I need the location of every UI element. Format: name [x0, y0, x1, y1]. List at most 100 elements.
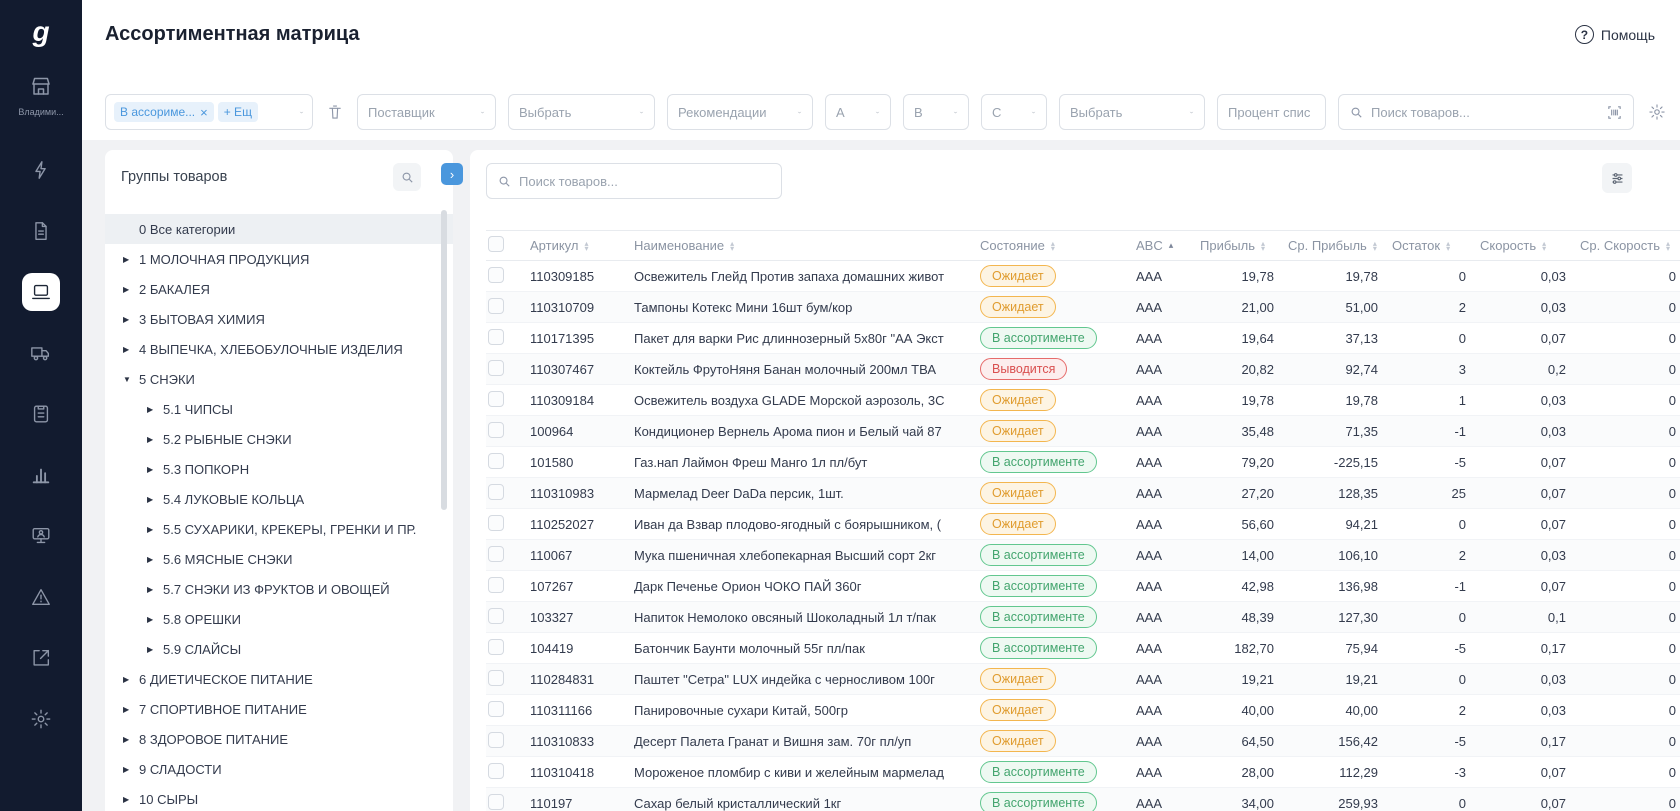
tree-search-button[interactable]: [393, 163, 421, 191]
column-header[interactable]: Состояние ▴ ▾: [980, 238, 1136, 253]
sidebar-item-delivery[interactable]: [22, 334, 60, 372]
sort-icon[interactable]: ▴ ▾: [730, 239, 734, 252]
sidebar-item-flash[interactable]: [22, 151, 60, 189]
table-row[interactable]: 110171395 Пакет для варки Рис длиннозерн…: [486, 323, 1680, 354]
tree-expand-icon[interactable]: ▶: [123, 675, 137, 684]
recommendations-dropdown[interactable]: Рекомендации: [667, 94, 813, 130]
filter-chip[interactable]: + Ещ: [217, 102, 258, 122]
select-all-checkbox[interactable]: [488, 236, 504, 252]
tree-expand-icon[interactable]: ▶: [147, 615, 161, 624]
tree-item[interactable]: ▶ 5.1 ЧИПСЫ: [105, 394, 453, 424]
column-header[interactable]: Ср. Скорость ▴ ▾: [1580, 238, 1680, 253]
tree-item[interactable]: ▶ 9 СЛАДОСТИ: [105, 754, 453, 784]
row-checkbox[interactable]: [488, 514, 504, 531]
chip-close-icon[interactable]: ×: [200, 106, 208, 119]
table-row[interactable]: 110252027 Иван да Взвар плодово-ягодный …: [486, 509, 1680, 540]
tree-item[interactable]: ▶ 2 БАКАЛЕЯ: [105, 274, 453, 304]
row-checkbox[interactable]: [488, 266, 504, 283]
tree-expand-icon[interactable]: ▶: [123, 795, 137, 804]
row-checkbox[interactable]: [488, 700, 504, 717]
collapse-tree-button[interactable]: ›: [441, 163, 463, 185]
tree-expand-icon[interactable]: ▼: [123, 375, 137, 384]
row-checkbox[interactable]: [488, 607, 504, 624]
supplier-dropdown[interactable]: Поставщик: [357, 94, 496, 130]
tree-expand-icon[interactable]: ▶: [123, 285, 137, 294]
percent-writeoff-input[interactable]: [1217, 94, 1326, 130]
clear-filters-button[interactable]: [325, 100, 345, 124]
tree-expand-icon[interactable]: ▶: [123, 315, 137, 324]
sidebar-item-store[interactable]: Владими...: [18, 74, 64, 117]
row-checkbox[interactable]: [488, 328, 504, 345]
column-header[interactable]: Остаток ▴ ▾: [1392, 238, 1480, 253]
table-columns-settings-button[interactable]: [1602, 163, 1632, 193]
tree-item[interactable]: 0 Все категории: [105, 214, 453, 244]
filter-chip[interactable]: В ассориме... ×: [114, 102, 214, 122]
tree-expand-icon[interactable]: ▶: [123, 765, 137, 774]
row-checkbox[interactable]: [488, 359, 504, 376]
sort-icon[interactable]: ▴ ▾: [584, 239, 588, 252]
row-checkbox[interactable]: [488, 669, 504, 686]
column-header[interactable]: Прибыль ▴ ▾: [1200, 238, 1288, 253]
tree-item[interactable]: ▶ 5.9 СЛАЙСЫ: [105, 634, 453, 664]
tree-expand-icon[interactable]: ▶: [147, 555, 161, 564]
tree-item[interactable]: ▶ 5.4 ЛУКОВЫЕ КОЛЬЦА: [105, 484, 453, 514]
sidebar-item-documents[interactable]: [22, 212, 60, 250]
row-checkbox[interactable]: [488, 793, 504, 810]
column-header[interactable]: ABC ▴: [1136, 238, 1200, 253]
table-row[interactable]: 110310709 Тампоны Котекс Мини 16шт бум/к…: [486, 292, 1680, 323]
tree-expand-icon[interactable]: ▶: [123, 705, 137, 714]
sidebar-item-export[interactable]: [22, 639, 60, 677]
table-row[interactable]: 110307467 Коктейль ФрутоНяня Банан молоч…: [486, 354, 1680, 385]
table-row[interactable]: 103327 Напиток Немолоко овсяный Шоколадн…: [486, 602, 1680, 633]
table-row[interactable]: 110310983 Мармелад Deer DaDa персик, 1шт…: [486, 478, 1680, 509]
sidebar-item-cashier[interactable]: [22, 517, 60, 555]
column-header[interactable]: Артикул ▴ ▾: [530, 238, 634, 253]
tree-expand-icon[interactable]: ▶: [123, 735, 137, 744]
tree-expand-icon[interactable]: ▶: [147, 645, 161, 654]
global-search-input[interactable]: [1371, 104, 1599, 120]
sidebar-item-alerts[interactable]: [22, 578, 60, 616]
row-checkbox[interactable]: [488, 731, 504, 748]
tree-scrollbar[interactable]: [441, 210, 447, 510]
tree-item[interactable]: ▶ 8 ЗДОРОВОЕ ПИТАНИЕ: [105, 724, 453, 754]
sort-icon[interactable]: ▴ ▾: [1261, 239, 1265, 252]
sort-icon[interactable]: ▴ ▾: [1051, 239, 1055, 252]
tree-expand-icon[interactable]: ▶: [147, 405, 161, 414]
status-multiselect[interactable]: В ассориме... × + Ещ: [105, 94, 313, 130]
tree-item[interactable]: ▶ 7 СПОРТИВНОЕ ПИТАНИЕ: [105, 694, 453, 724]
sort-icon[interactable]: ▴ ▾: [1542, 239, 1546, 252]
table-row[interactable]: 104419 Батончик Баунти молочный 55г пл/п…: [486, 633, 1680, 664]
abc-c-dropdown[interactable]: C: [981, 94, 1047, 130]
tree-item[interactable]: ▶ 1 МОЛОЧНАЯ ПРОДУКЦИЯ: [105, 244, 453, 274]
sidebar-item-assortment[interactable]: [22, 273, 60, 311]
sort-icon[interactable]: ▴: [1169, 241, 1174, 250]
row-checkbox[interactable]: [488, 762, 504, 779]
row-checkbox[interactable]: [488, 545, 504, 562]
sidebar-item-settings[interactable]: [22, 700, 60, 738]
row-checkbox[interactable]: [488, 483, 504, 500]
tree-item[interactable]: ▶ 10 СЫРЫ: [105, 784, 453, 811]
table-row[interactable]: 107267 Дарк Печенье Орион ЧОКО ПАЙ 360г …: [486, 571, 1680, 602]
column-header[interactable]: Ср. Прибыль ▴ ▾: [1288, 238, 1392, 253]
row-checkbox[interactable]: [488, 297, 504, 314]
tree-item[interactable]: ▶ 5.2 РЫБНЫЕ СНЭКИ: [105, 424, 453, 454]
sort-icon[interactable]: ▴ ▾: [1446, 239, 1450, 252]
row-checkbox[interactable]: [488, 638, 504, 655]
tree-item[interactable]: ▶ 5.6 МЯСНЫЕ СНЭКИ: [105, 544, 453, 574]
sidebar-item-tasks[interactable]: [22, 395, 60, 433]
help-button[interactable]: ? Помощь: [1574, 25, 1655, 44]
table-row[interactable]: 110309184 Освежитель воздуха GLADE Морск…: [486, 385, 1680, 416]
sort-icon[interactable]: ▴ ▾: [1666, 239, 1670, 252]
select-dropdown-1[interactable]: Выбрать: [508, 94, 655, 130]
tree-expand-icon[interactable]: ▶: [147, 435, 161, 444]
column-header[interactable]: Наименование ▴ ▾: [634, 238, 980, 253]
tree-item[interactable]: ▶ 5.7 СНЭКИ ИЗ ФРУКТОВ И ОВОЩЕЙ: [105, 574, 453, 604]
row-checkbox[interactable]: [488, 421, 504, 438]
row-checkbox[interactable]: [488, 576, 504, 593]
abc-a-dropdown[interactable]: A: [825, 94, 891, 130]
tree-expand-icon[interactable]: ▶: [147, 495, 161, 504]
tree-item[interactable]: ▶ 5.5 СУХАРИКИ, КРЕКЕРЫ, ГРЕНКИ И ПР.: [105, 514, 453, 544]
select-dropdown-2[interactable]: Выбрать: [1059, 94, 1205, 130]
table-row[interactable]: 110197 Сахар белый кристаллический 1кг В…: [486, 788, 1680, 811]
column-header[interactable]: Скорость ▴ ▾: [1480, 238, 1580, 253]
